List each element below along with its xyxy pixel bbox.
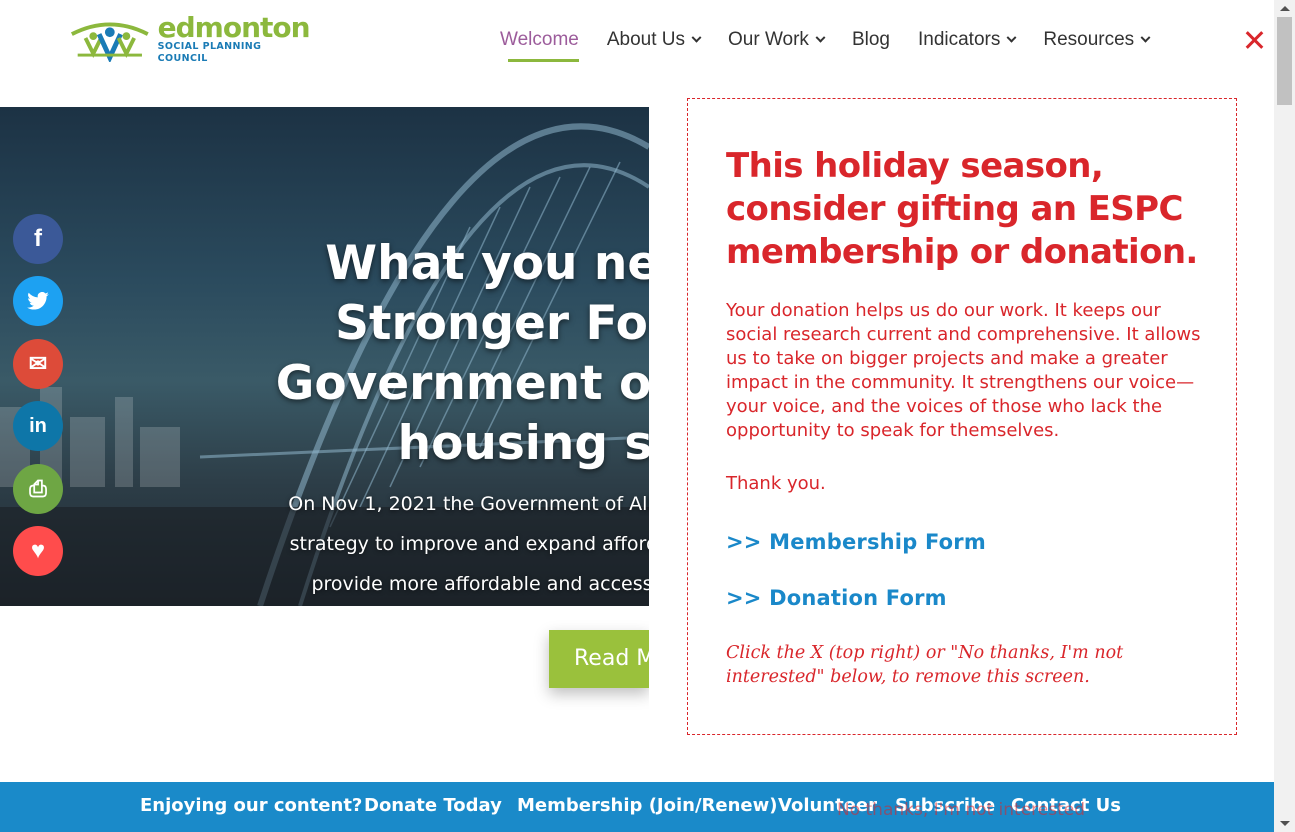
nav-label: About Us — [606, 29, 685, 50]
donation-form-link[interactable]: >> Donation Form — [726, 586, 947, 610]
nav-item-welcome[interactable]: Welcome — [500, 27, 579, 62]
membership-link[interactable]: Membership (Join/Renew) — [517, 795, 778, 816]
print-icon: ⎙ — [29, 476, 47, 501]
chevron-down-icon — [691, 32, 702, 43]
membership-form-link[interactable]: >> Membership Form — [726, 530, 986, 554]
popup-note: Click the X (top right) or "No thanks, I… — [726, 643, 1124, 687]
logo-subtitle: SOCIAL PLANNING COUNCIL — [157, 41, 262, 64]
linkedin-icon: in — [29, 414, 47, 437]
chevron-down-icon — [1140, 32, 1151, 43]
popup-close-icon[interactable] — [1244, 29, 1266, 51]
email-share-button[interactable]: ✉ — [13, 339, 63, 389]
scroll-down-arrow-icon[interactable] — [1280, 821, 1290, 826]
read-more-button[interactable]: Read M — [549, 630, 649, 688]
donate-today-link[interactable]: Donate Today — [364, 795, 502, 816]
donation-popup: This holiday season, consider gifting an… — [649, 97, 1274, 773]
hero-title-overlay: What you need Stronger Foun Government o… — [175, 234, 649, 474]
bottom-enjoying-label: Enjoying our content? — [140, 795, 363, 816]
chevron-down-icon — [1006, 32, 1017, 43]
nav-item-blog[interactable]: Blog — [852, 27, 890, 53]
linkedin-share-button[interactable]: in — [13, 401, 63, 451]
nav-item-our-work[interactable]: Our Work — [728, 27, 826, 53]
main-nav: Welcome About Us Our Work Blog Indicator… — [500, 27, 1177, 62]
hero-body-line: strategy to improve and expand affordabl… — [289, 533, 649, 555]
page-scrollbar[interactable] — [1274, 0, 1295, 832]
logo-wordmark: edmonton — [157, 11, 311, 44]
facebook-icon: f — [34, 225, 42, 252]
hero-body-line: provide more affordable and accessible h… — [311, 573, 649, 595]
popup-thanks: Thank you. — [726, 473, 826, 494]
scroll-up-arrow-icon[interactable] — [1280, 6, 1290, 11]
nav-label: Blog — [851, 29, 890, 50]
scroll-thumb[interactable] — [1277, 17, 1292, 105]
hero-title-line: What you need — [325, 236, 649, 291]
site-header: edmonton SOCIAL PLANNING COUNCIL Welcome… — [0, 0, 1274, 107]
chevron-down-icon — [815, 32, 826, 43]
twitter-share-button[interactable] — [13, 276, 63, 326]
nav-item-resources[interactable]: Resources — [1043, 27, 1151, 53]
nav-label: Indicators — [917, 29, 1001, 50]
popup-heading: This holiday season, consider gifting an… — [726, 146, 1198, 272]
no-thanks-link[interactable]: No thanks, I'm not interested — [837, 800, 1085, 820]
hero-body-line: On Nov 1, 2021 the Government of Alberta… — [288, 493, 649, 515]
twitter-icon — [27, 292, 49, 310]
print-button[interactable]: ⎙ — [13, 464, 63, 514]
nav-label: Welcome — [500, 29, 579, 50]
hero-title-line: Stronger Foun — [335, 296, 649, 351]
hero-body: On Nov 1, 2021 the Government of Alberta… — [170, 484, 649, 604]
heart-icon: ♥ — [30, 537, 46, 564]
hero-title-line: housing s — [397, 416, 649, 471]
facebook-share-button[interactable]: f — [13, 214, 63, 264]
email-icon: ✉ — [28, 351, 48, 376]
popup-body-text: Your donation helps us do our work. It k… — [726, 300, 1201, 441]
hero-title-line: Government of Alb — [275, 356, 649, 411]
site-logo[interactable]: edmonton SOCIAL PLANNING COUNCIL — [66, 11, 311, 64]
nav-label: Our Work — [728, 29, 809, 50]
favorite-button[interactable]: ♥ — [13, 526, 63, 576]
logo-people-icon — [70, 22, 149, 62]
popup-dashed-frame: This holiday season, consider gifting an… — [687, 98, 1237, 735]
nav-label: Resources — [1043, 29, 1135, 50]
hero-text-clip: What you need Stronger Foun Government o… — [0, 107, 649, 606]
nav-item-about-us[interactable]: About Us — [606, 27, 702, 53]
nav-item-indicators[interactable]: Indicators — [917, 27, 1017, 53]
